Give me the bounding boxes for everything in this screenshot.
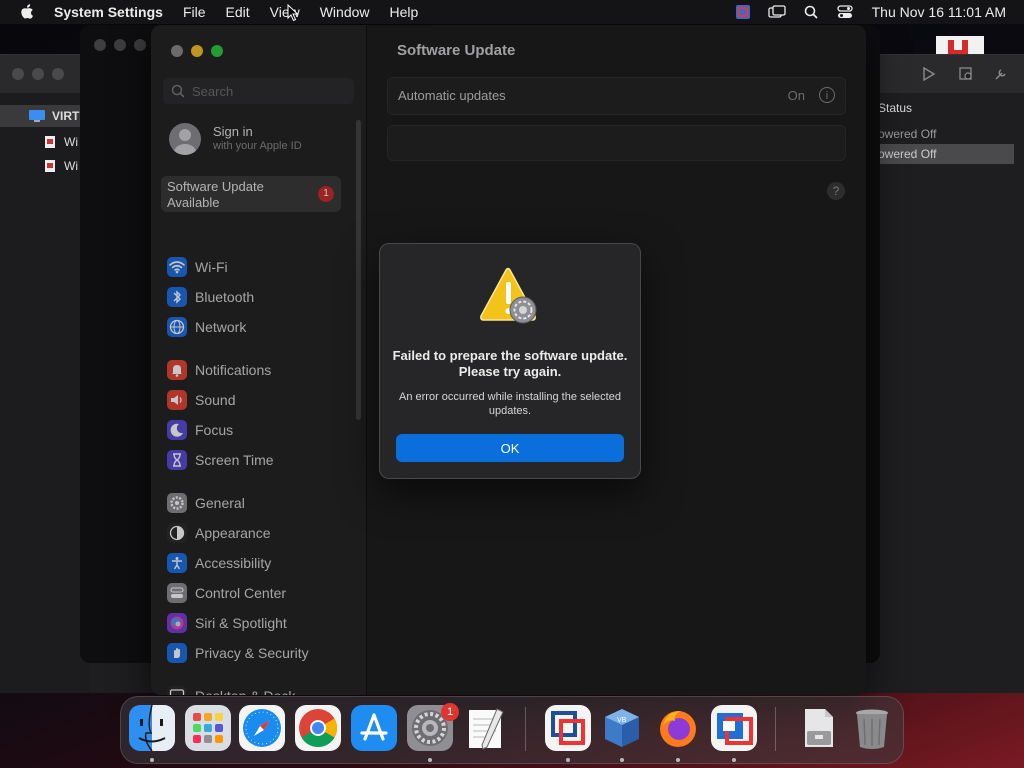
- vm-list: VIRT Wi Wi: [0, 93, 90, 693]
- vm-group-row[interactable]: VIRT: [0, 105, 90, 127]
- dock: 1 VB: [120, 696, 904, 764]
- minimize-button[interactable]: [32, 68, 44, 80]
- launchpad-icon: [193, 713, 223, 743]
- spotlight-search-icon[interactable]: [794, 5, 828, 19]
- tools-icon[interactable]: [993, 66, 1009, 82]
- parallels-status-icon[interactable]: [726, 4, 760, 20]
- dock-running-indicator: [732, 758, 736, 762]
- parallels-icon: [717, 713, 753, 745]
- close-button[interactable]: [12, 68, 24, 80]
- vmware-fusion-icon: [551, 711, 585, 745]
- dock-archive-utility[interactable]: [795, 705, 841, 751]
- dock-vmware-fusion[interactable]: [545, 705, 591, 751]
- dock-running-indicator: [620, 758, 624, 762]
- dock-running-indicator: [150, 758, 154, 762]
- menu-edit[interactable]: Edit: [216, 4, 260, 20]
- menu-help[interactable]: Help: [380, 4, 429, 20]
- dock-update-badge: 1: [441, 703, 459, 721]
- zoom-button[interactable]: [134, 39, 146, 51]
- vm-file-icon: [45, 136, 55, 148]
- error-alert-dialog: Failed to prepare the software update. P…: [379, 243, 641, 479]
- vm-row[interactable]: Wi: [44, 155, 78, 177]
- vm-name: Wi: [64, 159, 78, 173]
- dock-app-store[interactable]: [351, 705, 397, 751]
- menu-file[interactable]: File: [173, 4, 216, 20]
- ok-button[interactable]: OK: [396, 434, 624, 462]
- svg-text:VB: VB: [617, 717, 627, 724]
- desktop: VIRT Wi Wi Status owered Off owered Off: [0, 0, 1024, 768]
- start-icon[interactable]: [922, 67, 936, 81]
- chrome-icon: [299, 709, 338, 748]
- dock-textedit[interactable]: [463, 705, 509, 751]
- screen-mirroring-icon[interactable]: [760, 5, 794, 19]
- menu-view[interactable]: View: [260, 4, 310, 20]
- warning-icon: [480, 267, 537, 324]
- vm-status-panel: Status owered Off owered Off: [868, 93, 1024, 693]
- vm-status: owered Off: [878, 127, 937, 141]
- dock-chrome[interactable]: [295, 705, 341, 751]
- menu-window[interactable]: Window: [310, 4, 380, 20]
- finder-icon: [129, 705, 175, 751]
- dock-running-indicator: [566, 758, 570, 762]
- vm-status: owered Off: [878, 144, 1014, 164]
- control-center-icon[interactable]: [828, 5, 862, 19]
- vm-row[interactable]: Wi: [44, 131, 78, 153]
- vm-name: Wi: [64, 135, 78, 149]
- dock-launchpad[interactable]: [185, 705, 231, 751]
- dock-finder[interactable]: [129, 705, 175, 751]
- vm-file-icon: [45, 160, 55, 172]
- virtualbox-icon: VB: [605, 709, 639, 747]
- alert-title: Failed to prepare the software update. P…: [392, 348, 628, 379]
- dock-running-indicator: [428, 758, 432, 762]
- close-button[interactable]: [94, 39, 106, 51]
- alert-message: An error occurred while installing the s…: [399, 391, 621, 417]
- dock-firefox[interactable]: [655, 705, 701, 751]
- safari-icon: [243, 709, 281, 747]
- textedit-icon: [469, 708, 504, 750]
- minimize-button[interactable]: [114, 39, 126, 51]
- dock-separator: [525, 707, 526, 751]
- monitor-icon: [29, 110, 45, 122]
- zoom-button[interactable]: [52, 68, 64, 80]
- apple-menu[interactable]: [0, 3, 54, 22]
- dock-trash[interactable]: [849, 705, 895, 751]
- snapshot-icon[interactable]: [958, 66, 974, 82]
- app-logo-icon: [936, 36, 984, 54]
- menu-app-name[interactable]: System Settings: [54, 4, 173, 20]
- menu-bar: System Settings File Edit View Window He…: [0, 0, 1024, 24]
- dock-safari[interactable]: [239, 705, 285, 751]
- dock-separator: [775, 707, 776, 751]
- vm-group-label: VIRT: [52, 109, 80, 123]
- archive-icon: [805, 709, 833, 747]
- firefox-icon: [660, 711, 696, 747]
- dock-parallels[interactable]: [711, 705, 757, 751]
- app-store-icon: [360, 713, 388, 741]
- mouse-cursor-icon: [287, 4, 299, 22]
- menu-extras: Thu Nov 16 11:01 AM: [726, 0, 1024, 24]
- apple-logo-icon: [21, 3, 33, 19]
- dock-running-indicator: [676, 758, 680, 762]
- dock-virtualbox[interactable]: VB: [599, 705, 645, 751]
- menu-clock[interactable]: Thu Nov 16 11:01 AM: [862, 4, 1024, 20]
- status-column-header[interactable]: Status: [878, 101, 912, 115]
- trash-icon: [856, 709, 888, 749]
